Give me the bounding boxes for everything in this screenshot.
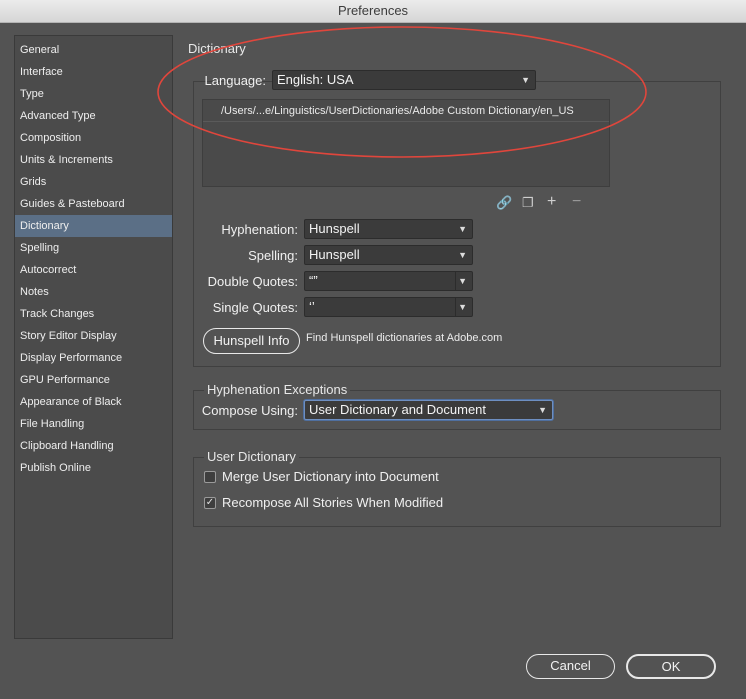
sidebar-item-file-handling[interactable]: File Handling: [15, 413, 172, 435]
combo-divider: [455, 298, 456, 316]
ok-button[interactable]: OK: [626, 654, 716, 679]
sidebar-item-units-increments[interactable]: Units & Increments: [15, 149, 172, 171]
recompose-stories-label[interactable]: Recompose All Stories When Modified: [222, 495, 443, 510]
sidebar-item-autocorrect[interactable]: Autocorrect: [15, 259, 172, 281]
sidebar-item-story-editor-display[interactable]: Story Editor Display: [15, 325, 172, 347]
hyphenation-label: Hyphenation:: [221, 222, 298, 237]
sidebar-item-clipboard-handling[interactable]: Clipboard Handling: [15, 435, 172, 457]
merge-user-dictionary-label[interactable]: Merge User Dictionary into Document: [222, 469, 439, 484]
double-quotes-value: “”: [309, 273, 318, 288]
compose-using-value: User Dictionary and Document: [309, 402, 487, 417]
hunspell-hint-text: Find Hunspell dictionaries at Adobe.com: [306, 332, 503, 344]
dictionary-path-item[interactable]: /Users/...e/Linguistics/UserDictionaries…: [203, 100, 609, 122]
preferences-sidebar: General Interface Type Advanced Type Com…: [14, 35, 173, 639]
sidebar-item-notes[interactable]: Notes: [15, 281, 172, 303]
sidebar-item-gpu-performance[interactable]: GPU Performance: [15, 369, 172, 391]
hyphenation-value: Hunspell: [309, 221, 360, 236]
sidebar-item-grids[interactable]: Grids: [15, 171, 172, 193]
chevron-down-icon: ▼: [458, 224, 467, 234]
remove-icon[interactable]: −: [572, 193, 581, 211]
checkmark-icon: ✓: [205, 497, 215, 508]
sidebar-item-appearance-of-black[interactable]: Appearance of Black: [15, 391, 172, 413]
sidebar-item-composition[interactable]: Composition: [15, 127, 172, 149]
spelling-value: Hunspell: [309, 247, 360, 262]
language-label: Language:: [204, 73, 266, 88]
window-titlebar: Preferences: [0, 0, 746, 23]
window-title: Preferences: [337, 3, 409, 18]
chevron-down-icon: ▼: [538, 405, 547, 415]
single-quotes-combo[interactable]: ‘’ ▼: [304, 297, 473, 317]
language-dropdown[interactable]: English: USA ▼: [272, 70, 536, 90]
user-dictionary-group: [193, 457, 721, 527]
sidebar-item-dictionary[interactable]: Dictionary: [15, 215, 172, 237]
new-dictionary-icon[interactable]: ❐: [522, 195, 534, 211]
sidebar-item-interface[interactable]: Interface: [15, 61, 172, 83]
double-quotes-label: Double Quotes:: [207, 274, 298, 289]
single-quotes-label: Single Quotes:: [212, 300, 298, 315]
hyphenation-dropdown[interactable]: Hunspell ▼: [304, 219, 473, 239]
hyphenation-exceptions-title: Hyphenation Exceptions: [204, 382, 351, 397]
dictionary-list[interactable]: /Users/...e/Linguistics/UserDictionaries…: [202, 99, 610, 187]
chevron-down-icon: ▼: [458, 250, 467, 260]
chevron-down-icon[interactable]: ▼: [458, 272, 467, 290]
double-quotes-combo[interactable]: “” ▼: [304, 271, 473, 291]
chevron-down-icon[interactable]: ▼: [458, 298, 467, 316]
language-value: English: USA: [277, 72, 354, 87]
sidebar-item-spelling[interactable]: Spelling: [15, 237, 172, 259]
sidebar-item-type[interactable]: Type: [15, 83, 172, 105]
add-icon[interactable]: +: [547, 193, 556, 211]
recompose-stories-checkbox[interactable]: ✓: [204, 497, 216, 509]
spelling-dropdown[interactable]: Hunspell ▼: [304, 245, 473, 265]
cancel-button[interactable]: Cancel: [526, 654, 615, 679]
merge-user-dictionary-checkbox[interactable]: [204, 471, 216, 483]
single-quotes-value: ‘’: [309, 299, 315, 314]
sidebar-item-guides-pasteboard[interactable]: Guides & Pasteboard: [15, 193, 172, 215]
sidebar-item-publish-online[interactable]: Publish Online: [15, 457, 172, 479]
spelling-label: Spelling:: [248, 248, 298, 263]
user-dictionary-title: User Dictionary: [204, 449, 299, 464]
link-icon[interactable]: 🔗: [496, 195, 512, 211]
sidebar-item-track-changes[interactable]: Track Changes: [15, 303, 172, 325]
compose-using-label: Compose Using:: [201, 403, 298, 418]
sidebar-item-general[interactable]: General: [15, 39, 172, 61]
sidebar-item-display-performance[interactable]: Display Performance: [15, 347, 172, 369]
chevron-down-icon: ▼: [521, 75, 530, 85]
hunspell-info-button[interactable]: Hunspell Info: [203, 328, 300, 354]
sidebar-item-advanced-type[interactable]: Advanced Type: [15, 105, 172, 127]
combo-divider: [455, 272, 456, 290]
dictionary-section-title: Dictionary: [188, 41, 246, 56]
compose-using-dropdown[interactable]: User Dictionary and Document ▼: [304, 400, 553, 420]
